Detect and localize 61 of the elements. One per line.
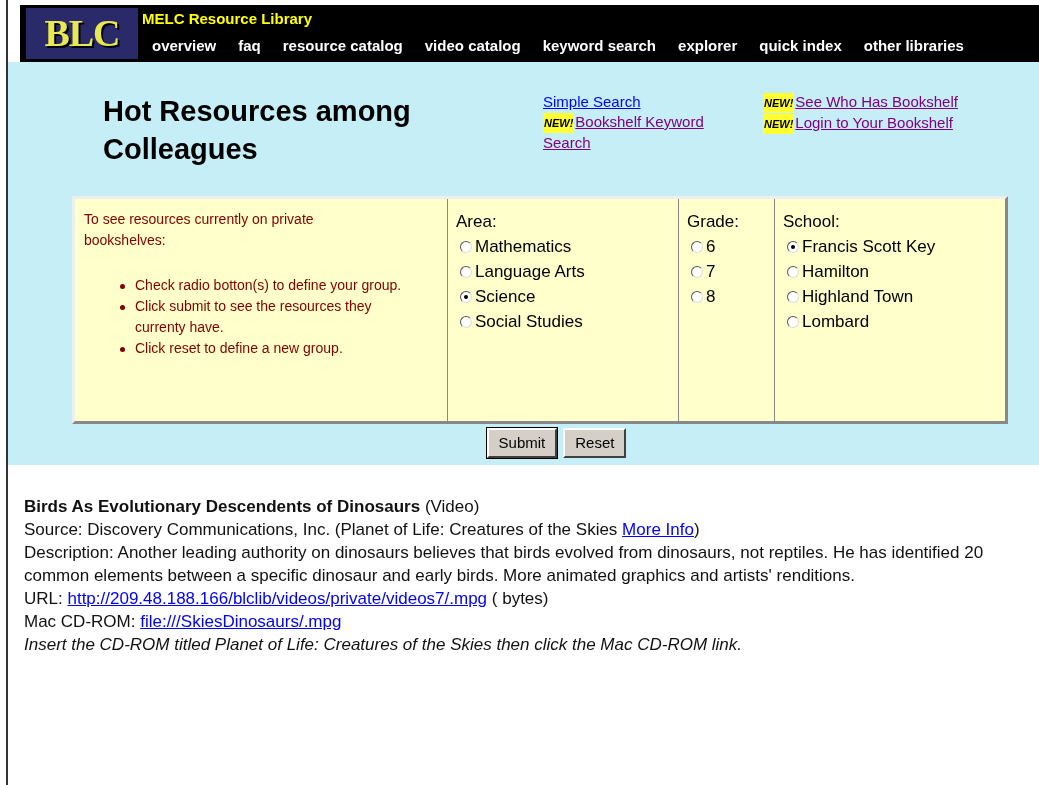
option-label: 6 [706,236,716,258]
option-label: Lombard [802,311,870,333]
nav-link[interactable]: explorer [678,35,738,58]
option-label: Hamilton [802,261,870,283]
radio-button[interactable] [691,290,703,303]
cdrom-line: Mac CD-ROM: file:///SkiesDinosaurs/.mpg [24,611,343,633]
url-line: URL: http://209.48.188.166/blclib/videos/private/videos7/.mpg ( bytes) [24,588,550,610]
result-title: Birds As Evolutionary Descendents of Dinosaurs (Video) [24,496,481,518]
option-label: Francis Scott Key [802,236,936,258]
radio-button[interactable] [460,240,472,253]
radio-button[interactable] [691,265,703,278]
new-badge: NEW! [763,114,795,134]
radio-button[interactable] [460,290,472,303]
nav-link[interactable]: keyword search [542,35,657,58]
nav-link[interactable]: faq [238,35,261,58]
option-label: 7 [706,261,716,283]
group-label: Grade: [687,211,740,233]
link[interactable]: NEW!Login to Your Bookshelf [763,113,988,134]
nav-link[interactable]: other libraries [863,35,964,58]
bullet-icon [120,305,125,310]
instruction-item: Click submit to see the resources they currenty have. [135,297,373,337]
instruction-note: Insert the CD-ROM titled Planet of Life: Creatures of the Skies then click the Mac CD-ROM link. [24,634,744,656]
form-button[interactable]: Submit [486,428,558,458]
group-label: Area: [456,211,498,233]
more-info-link[interactable]: More Info [622,520,694,539]
form-button[interactable]: Reset [563,428,627,458]
cdrom-link[interactable]: file:///SkiesDinosaurs/.mpg [140,612,342,631]
instructions-text: To see resources currently on private bookshelves: [84,210,315,250]
radio-button[interactable] [787,240,799,253]
option-label: Mathematics [475,236,572,258]
radio-button[interactable] [460,315,472,328]
option-label: 8 [706,286,716,308]
instruction-item: Check radio botton(s) to define your group. [135,276,402,295]
url-link[interactable]: http://209.48.188.166/blclib/videos/private/videos7/.mpg [67,589,488,608]
instruction-item: Click reset to define a new group. [135,339,343,358]
page-heading: Hot Resources among Colleagues [103,94,412,167]
source-line: Source: Discovery Communications, Inc. (Planet of Life: Creatures of the Skies More Info) [24,519,701,541]
radio-button[interactable] [787,265,799,278]
radio-button[interactable] [787,290,799,303]
option-label: Highland Town [802,286,914,308]
bullet-icon [120,347,125,352]
nav-link[interactable]: overview [152,35,217,58]
new-badge: NEW! [543,113,575,133]
link[interactable]: NEW!See Who Has Bookshelf [763,92,988,113]
option-label: Science [475,286,536,308]
radio-button[interactable] [460,265,472,278]
nav-link[interactable]: video catalog [424,35,521,58]
option-label: Social Studies [475,311,583,333]
group-label: School: [783,211,841,233]
radio-button[interactable] [787,315,799,328]
description-text: Description: Another leading authority on dinosaurs believes that birds evolved from dinosaurs, not reptiles. He has identified 20 common elements between a specific dinosaur and early birds. More animated graphics and artists' renditions. [24,542,985,587]
nav-link[interactable]: quick index [759,35,842,58]
site-title: MELC Resource Library [142,9,314,29]
new-badge: NEW! [763,93,795,113]
link[interactable]: NEW!Bookshelf Keyword Search [543,112,733,153]
radio-button[interactable] [691,240,703,253]
link[interactable]: Simple Search [543,92,733,112]
option-label: Language Arts [475,261,585,283]
logo[interactable]: BLC [26,8,138,59]
nav-link[interactable]: resource catalog [282,35,403,58]
bullet-icon [120,284,125,289]
